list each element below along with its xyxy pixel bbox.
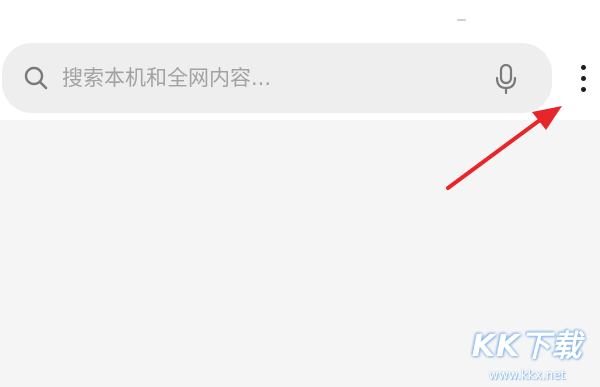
watermark: KK下载 www.kkx.net	[462, 329, 592, 385]
more-vertical-icon[interactable]	[570, 56, 596, 100]
menu-dot	[580, 75, 586, 81]
watermark-logo: KK下载	[471, 329, 583, 364]
search-icon	[24, 66, 48, 90]
status-indicator	[457, 19, 466, 21]
menu-dot	[580, 86, 586, 92]
search-input[interactable]	[62, 61, 472, 95]
microphone-icon[interactable]	[493, 63, 519, 95]
menu-dot	[580, 64, 586, 70]
watermark-url: www.kkx.net	[488, 368, 566, 382]
red-arrow-annotation	[446, 106, 562, 190]
